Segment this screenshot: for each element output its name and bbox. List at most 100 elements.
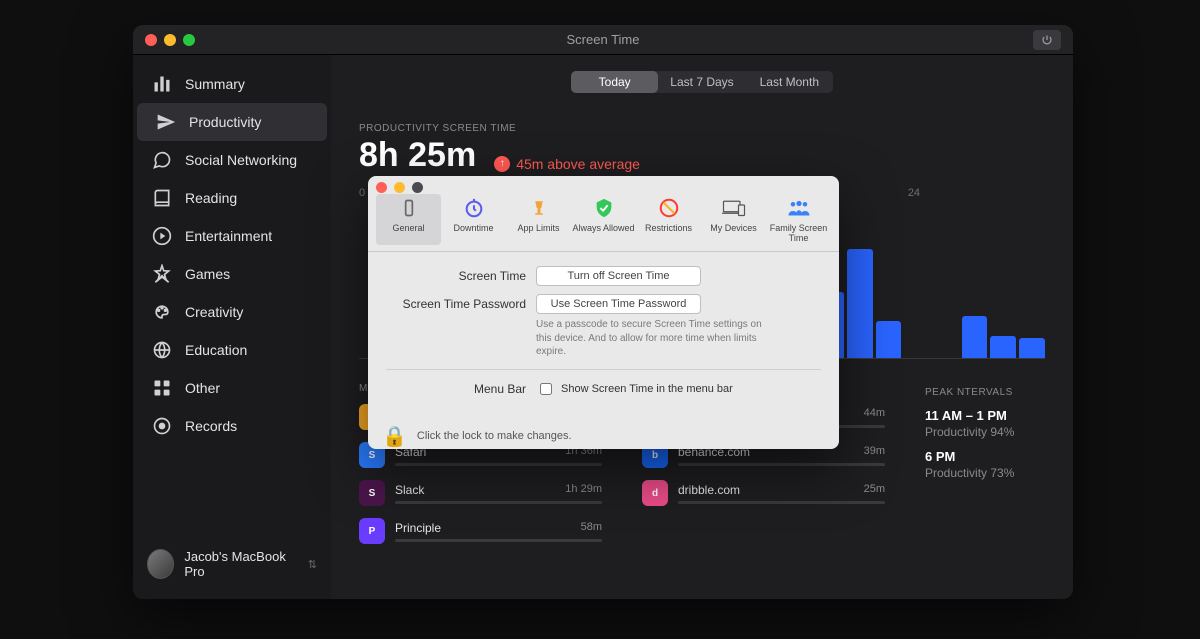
sidebar-item-entertainment[interactable]: Entertainment: [133, 217, 331, 255]
minimize-icon[interactable]: [394, 182, 405, 193]
sidebar-item-summary[interactable]: Summary: [133, 65, 331, 103]
app-row[interactable]: S Slack 1h 29m: [359, 480, 602, 506]
app-progress: [678, 463, 885, 466]
sidebar-item-label: Records: [185, 418, 237, 434]
turn-off-button[interactable]: Turn off Screen Time: [536, 266, 701, 286]
entertainment-icon: [151, 225, 173, 247]
pref-tab-label: App Limits: [517, 223, 559, 233]
app-time: 58m: [581, 521, 602, 535]
sidebar-item-education[interactable]: Education: [133, 331, 331, 369]
other-icon: [151, 377, 173, 399]
chart-bar: [990, 336, 1016, 358]
peak-column: PEAK NTERVALS 11 AM – 1 PM Productivity 9…: [925, 387, 1045, 556]
sidebar-item-label: Other: [185, 380, 220, 396]
range-last-month[interactable]: Last Month: [746, 71, 833, 93]
sidebar-item-social[interactable]: Social Networking: [133, 141, 331, 179]
close-icon[interactable]: [376, 182, 387, 193]
delta-text: 45m above average: [516, 156, 640, 172]
app-time: 1h 29m: [565, 483, 602, 497]
app-progress: [395, 463, 602, 466]
pref-tab-downtime[interactable]: Downtime: [441, 194, 506, 245]
sidebar-item-label: Social Networking: [185, 152, 297, 168]
sidebar-item-label: Education: [185, 342, 247, 358]
device-name: Jacob's MacBook Pro: [184, 549, 297, 579]
app-progress: [678, 501, 885, 504]
devices-icon: [722, 196, 746, 220]
pref-tab-label: Restrictions: [645, 223, 692, 233]
zoom-icon[interactable]: [183, 34, 195, 46]
sidebar-item-label: Creativity: [185, 304, 243, 320]
family-icon: [787, 196, 811, 220]
window-title: Screen Time: [133, 32, 1073, 47]
peak-range: 6 PM: [925, 449, 1045, 464]
sidebar-item-reading[interactable]: Reading: [133, 179, 331, 217]
games-icon: [151, 263, 173, 285]
app-progress: [395, 501, 602, 504]
menubar-label: Menu Bar: [386, 382, 526, 396]
app-time: 39m: [864, 445, 885, 459]
restrictions-icon: [657, 196, 681, 220]
pref-tab-devices[interactable]: My Devices: [701, 194, 766, 245]
social-icon: [151, 149, 173, 171]
power-button[interactable]: [1033, 30, 1061, 50]
peak-detail: Productivity 73%: [925, 466, 1045, 480]
zoom-icon: [412, 182, 423, 193]
sidebar-item-productivity[interactable]: Productivity: [137, 103, 327, 141]
app-row[interactable]: P Principle 58m: [359, 518, 602, 544]
creativity-icon: [151, 301, 173, 323]
close-icon[interactable]: [145, 34, 157, 46]
arrow-up-icon: ↑: [494, 156, 510, 172]
pref-tab-general[interactable]: General: [376, 194, 441, 245]
chart-bar: [962, 316, 988, 358]
use-password-button[interactable]: Use Screen Time Password: [536, 294, 701, 314]
applimits-icon: [527, 196, 551, 220]
pref-tab-label: Family Screen Time: [767, 223, 830, 243]
app-icon: S: [359, 480, 385, 506]
sidebar-item-label: Games: [185, 266, 230, 282]
lock-icon[interactable]: 🔒: [382, 424, 407, 449]
sidebar: Summary Productivity Social Networking Read…: [133, 55, 331, 599]
device-switcher[interactable]: Jacob's MacBook Pro ⇅: [133, 539, 331, 589]
education-icon: [151, 339, 173, 361]
sidebar-item-other[interactable]: Other: [133, 369, 331, 407]
sidebar-item-label: Productivity: [189, 114, 261, 130]
peak-label: PEAK NTERVALS: [925, 387, 1045, 398]
peak-detail: Productivity 94%: [925, 425, 1045, 439]
app-progress: [395, 539, 602, 542]
always-icon: [592, 196, 616, 220]
section-label: PRODUCTIVITY SCREEN TIME: [359, 123, 1045, 134]
app-name: Principle: [395, 521, 441, 535]
productivity-icon: [155, 111, 177, 133]
range-last-7-days[interactable]: Last 7 Days: [658, 71, 745, 93]
chart-tick: 24: [908, 187, 1045, 199]
titlebar: Screen Time: [133, 25, 1073, 55]
app-time: 44m: [864, 407, 885, 421]
preferences-sheet: General Downtime App Limits Always Allowed R…: [368, 176, 839, 449]
sidebar-item-label: Reading: [185, 190, 237, 206]
app-icon: P: [359, 518, 385, 544]
pref-tab-label: General: [392, 223, 424, 233]
pref-tab-label: Downtime: [453, 223, 493, 233]
app-icon: d: [642, 480, 668, 506]
pref-tab-always[interactable]: Always Allowed: [571, 194, 636, 245]
chart-bar: [1019, 338, 1045, 358]
sidebar-item-label: Entertainment: [185, 228, 272, 244]
app-name: Slack: [395, 483, 424, 497]
sidebar-item-records[interactable]: Records: [133, 407, 331, 445]
sidebar-item-label: Summary: [185, 76, 245, 92]
sidebar-item-games[interactable]: Games: [133, 255, 331, 293]
delta: ↑ 45m above average: [494, 156, 640, 172]
minimize-icon[interactable]: [164, 34, 176, 46]
pref-tab-restrictions[interactable]: Restrictions: [636, 194, 701, 245]
downtime-icon: [462, 196, 486, 220]
records-icon: [151, 415, 173, 437]
chart-bar: [847, 249, 873, 358]
menubar-checkbox[interactable]: [540, 383, 552, 395]
sidebar-item-creativity[interactable]: Creativity: [133, 293, 331, 331]
updown-icon: ⇅: [308, 558, 317, 571]
app-row[interactable]: ddribble.com25m: [642, 480, 885, 506]
peak-range: 11 AM – 1 PM: [925, 408, 1045, 423]
range-today[interactable]: Today: [571, 71, 658, 93]
pref-tab-applimits[interactable]: App Limits: [506, 194, 571, 245]
pref-tab-family[interactable]: Family Screen Time: [766, 194, 831, 245]
